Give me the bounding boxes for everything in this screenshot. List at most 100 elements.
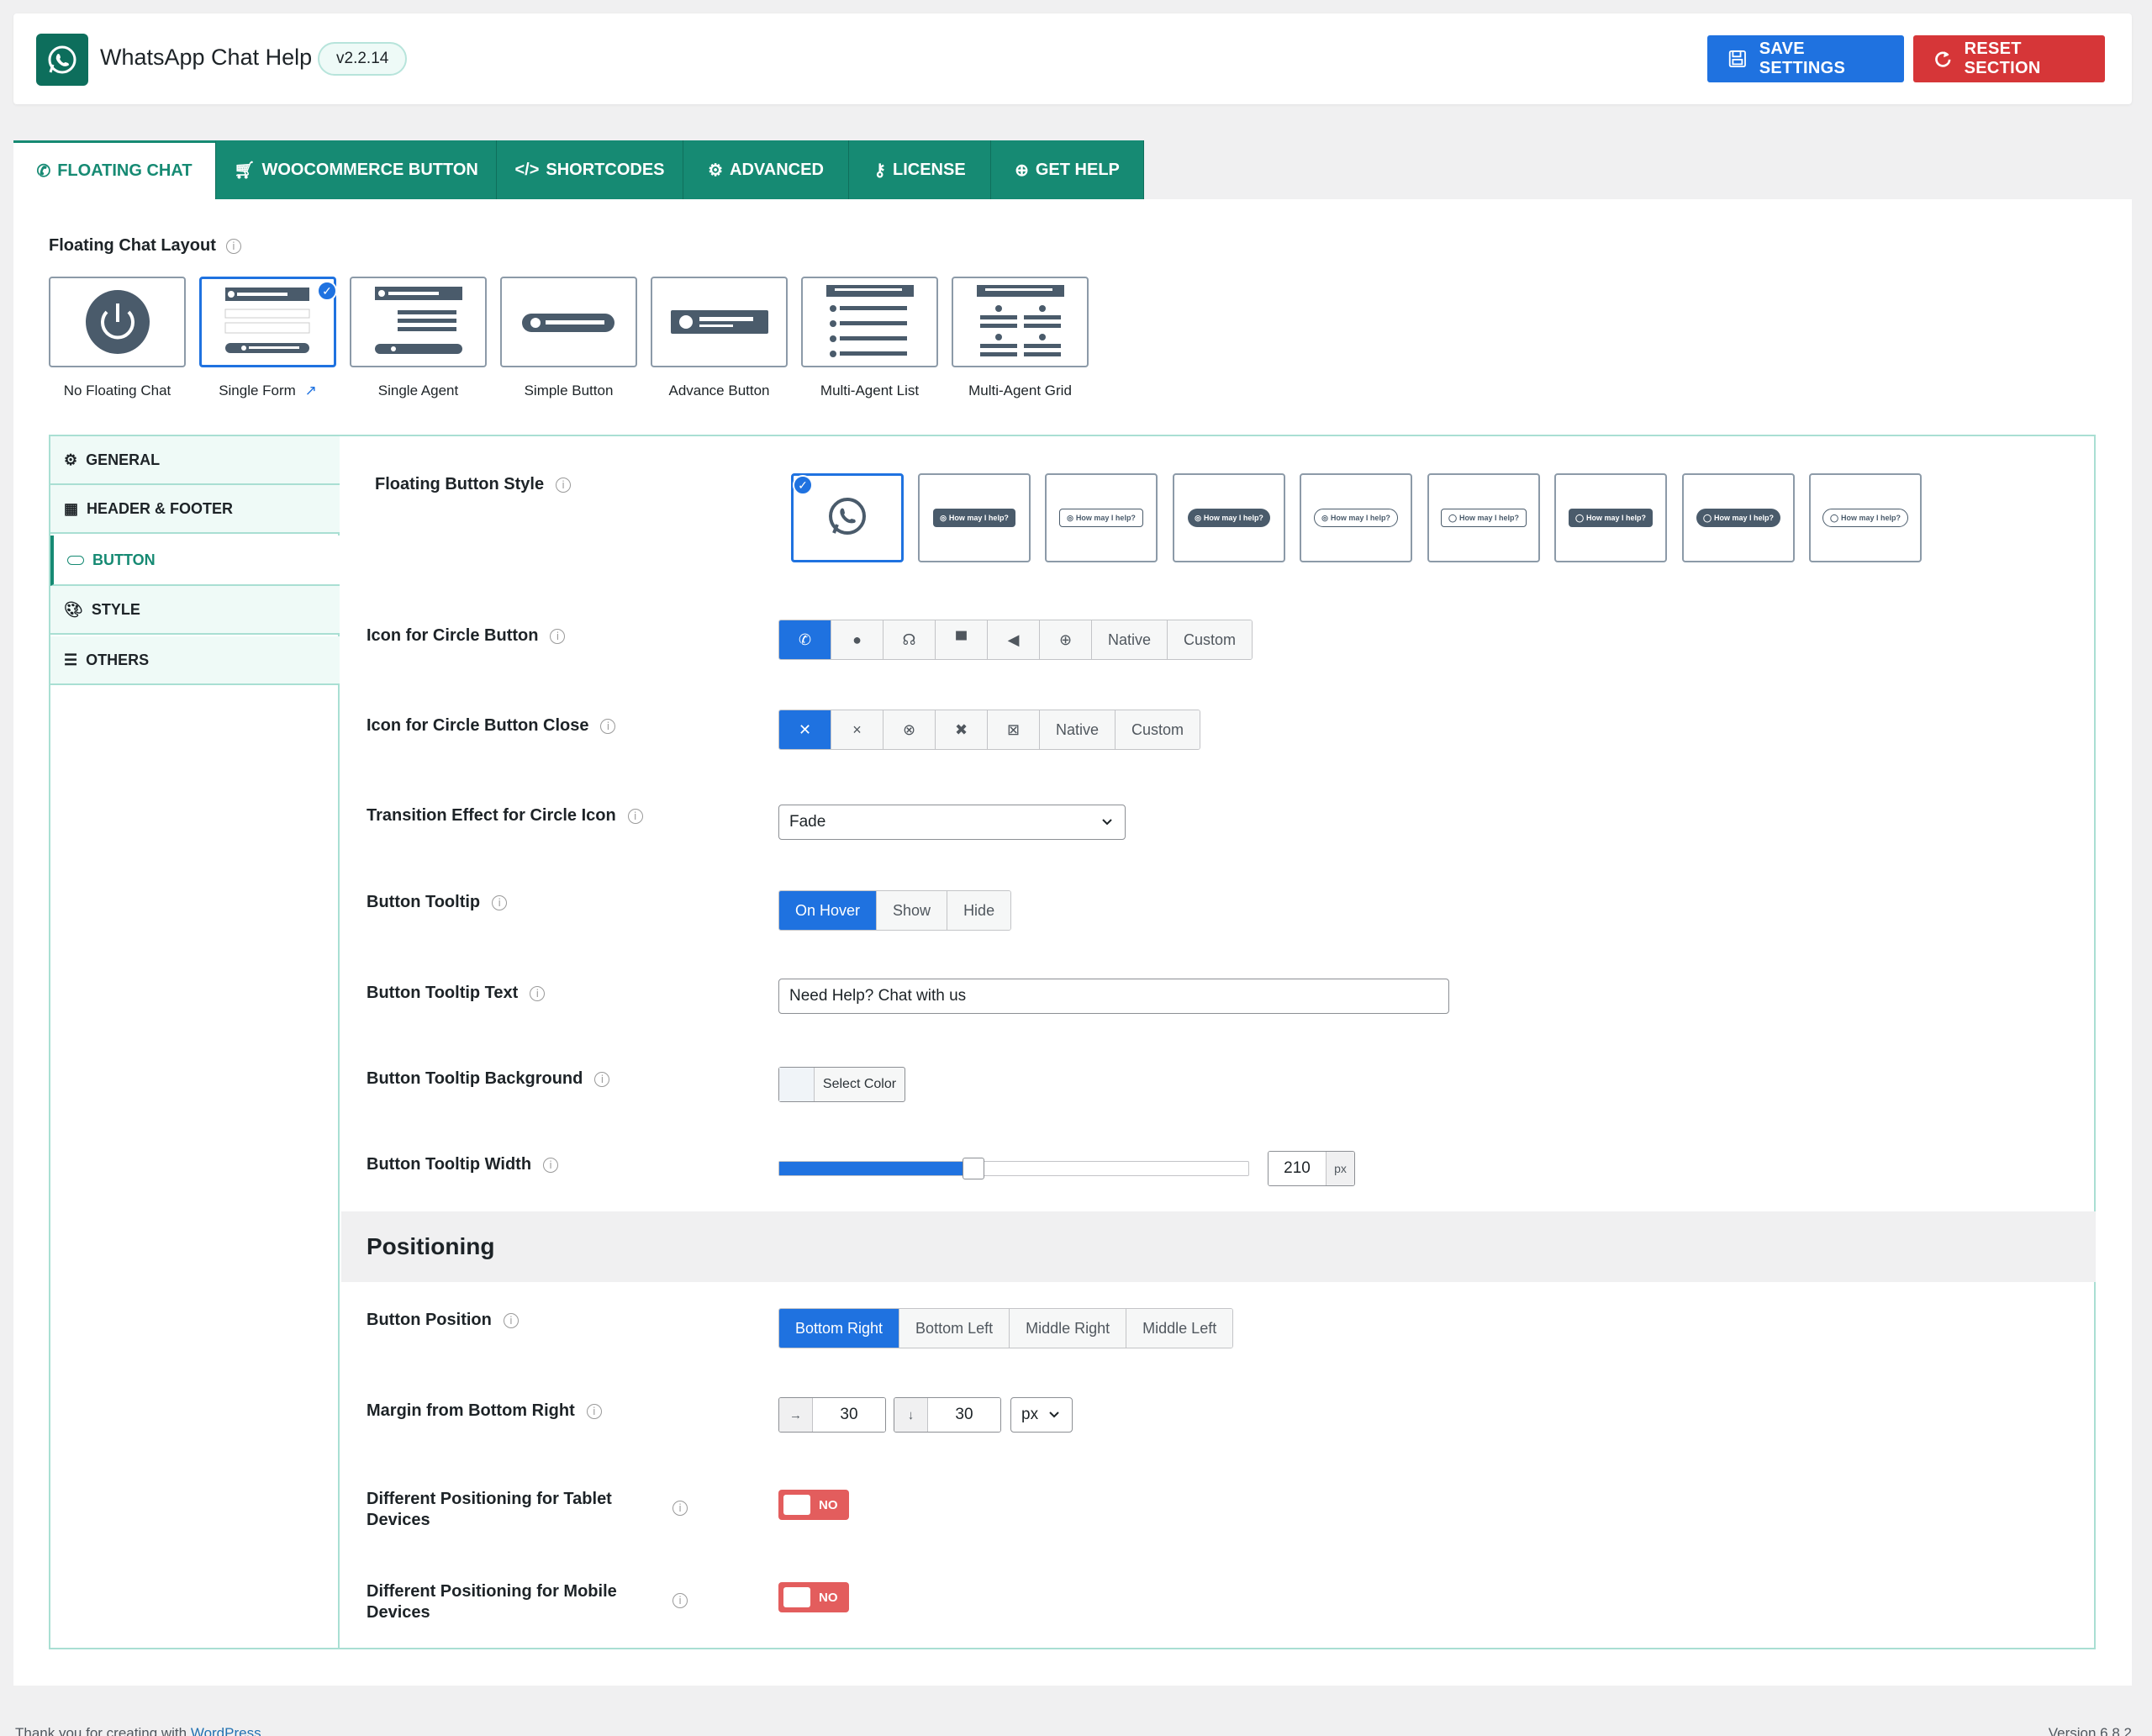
- whatsapp-icon: ◎: [1195, 513, 1201, 522]
- info-icon[interactable]: i: [594, 1071, 610, 1087]
- layout-single-form[interactable]: ✓: [199, 277, 337, 367]
- code-icon: </>: [514, 160, 540, 179]
- sidebar-item-others[interactable]: ☰ OTHERS: [50, 636, 340, 685]
- info-icon[interactable]: i: [503, 1312, 519, 1328]
- button-style-4[interactable]: ◎ How may I help?: [1173, 473, 1285, 562]
- tab-shortcodes[interactable]: </> SHORTCODES: [497, 140, 683, 199]
- layout-advance-button[interactable]: [651, 277, 788, 367]
- button-settings-content: Floating Button Style i ✓ ◎ How may I hel…: [341, 436, 2096, 1648]
- close-icon[interactable]: ✕: [779, 710, 831, 749]
- tooltip-text-input[interactable]: Need Help? Chat with us: [778, 979, 1449, 1014]
- wordpress-link[interactable]: WordPress: [191, 1725, 261, 1736]
- custom-icon-option[interactable]: Custom: [1168, 620, 1253, 659]
- info-icon[interactable]: i: [550, 628, 566, 644]
- button-style-9[interactable]: ◯ How may I help?: [1809, 473, 1922, 562]
- info-icon[interactable]: i: [672, 1593, 688, 1608]
- sidebar-item-label: STYLE: [91, 600, 140, 618]
- sidebar-item-general[interactable]: ⚙ GENERAL: [50, 436, 340, 485]
- info-icon[interactable]: i: [492, 894, 508, 910]
- icon-circle-button-label: Icon for Circle Button i: [367, 626, 566, 646]
- tab-floating-chat[interactable]: ✆ FLOATING CHAT: [13, 140, 216, 199]
- sidebar-item-style[interactable]: 🎨︎ STYLE: [50, 586, 340, 635]
- sidebar-item-button[interactable]: BUTTON: [50, 536, 340, 586]
- layout-simple-button[interactable]: [500, 277, 637, 367]
- pill-text: How may I help?: [1841, 514, 1901, 522]
- support-agent-icon[interactable]: ☊: [883, 620, 936, 659]
- info-icon[interactable]: i: [586, 1403, 602, 1419]
- button-tooltip-label: Button Tooltip i: [367, 893, 508, 912]
- layout-no-floating-chat[interactable]: [49, 277, 186, 367]
- tooltip-on-hover-option[interactable]: On Hover: [779, 891, 878, 930]
- tooltip-show-option[interactable]: Show: [877, 891, 948, 930]
- tooltip-width-slider[interactable]: [778, 1158, 1249, 1179]
- button-style-circle[interactable]: ✓: [791, 473, 904, 562]
- tooltip-background-color-picker[interactable]: Select Color: [778, 1067, 905, 1102]
- reset-section-button[interactable]: RESET SECTION: [1913, 35, 2105, 82]
- button-style-8[interactable]: ◯ How may I help?: [1682, 473, 1795, 562]
- label-text: Button Position: [367, 1311, 492, 1329]
- close-square-icon[interactable]: ⊠: [988, 710, 1040, 749]
- transition-effect-select[interactable]: Fade: [778, 805, 1126, 840]
- positioning-section-header: Positioning: [341, 1211, 2096, 1282]
- native-icon-option[interactable]: Native: [1092, 620, 1168, 659]
- info-icon[interactable]: i: [600, 718, 616, 734]
- tablet-positioning-toggle[interactable]: NO: [778, 1490, 849, 1520]
- tab-license[interactable]: ⚷ LICENSE: [849, 140, 991, 199]
- save-settings-button[interactable]: SAVE SETTINGS: [1707, 35, 1904, 82]
- position-middle-left-option[interactable]: Middle Left: [1126, 1309, 1233, 1348]
- button-style-5[interactable]: ◎ How may I help?: [1300, 473, 1412, 562]
- comment-icon[interactable]: ▀: [936, 620, 988, 659]
- custom-close-option[interactable]: Custom: [1116, 710, 1200, 749]
- close-thin-icon[interactable]: ×: [831, 710, 883, 749]
- native-close-option[interactable]: Native: [1040, 710, 1116, 749]
- close-bold-icon[interactable]: ✖: [936, 710, 988, 749]
- app-title: WhatsApp Chat Help: [100, 45, 313, 70]
- mobile-positioning-toggle[interactable]: NO: [778, 1582, 849, 1612]
- whatsapp-filled-icon[interactable]: ●: [831, 620, 883, 659]
- tab-get-help[interactable]: ⊕ GET HELP: [991, 140, 1144, 199]
- telegram-icon[interactable]: ◀: [988, 620, 1040, 659]
- info-icon[interactable]: i: [627, 808, 643, 824]
- sidebar-item-header-footer[interactable]: ▦ HEADER & FOOTER: [50, 485, 340, 534]
- position-bottom-right-option[interactable]: Bottom Right: [779, 1309, 900, 1348]
- button-style-3[interactable]: ◎ How may I help?: [1045, 473, 1158, 562]
- slider-handle[interactable]: [962, 1158, 984, 1179]
- tooltip-hide-option[interactable]: Hide: [947, 891, 1011, 930]
- button-style-7[interactable]: ◯ How may I help?: [1554, 473, 1667, 562]
- tab-label: SHORTCODES: [546, 160, 665, 179]
- whatsapp-icon[interactable]: ✆: [779, 620, 831, 659]
- footer-thanks-text: Thank you for creating with: [15, 1725, 191, 1736]
- tooltip-width-number[interactable]: 210 px: [1268, 1151, 1355, 1186]
- single-form-preview-icon: [224, 288, 310, 353]
- whatsapp-icon: ◯: [1829, 513, 1839, 522]
- margin-unit-select[interactable]: px: [1010, 1397, 1073, 1433]
- position-middle-right-option[interactable]: Middle Right: [1010, 1309, 1127, 1348]
- button-tooltip-width-label: Button Tooltip Width i: [367, 1155, 559, 1174]
- button-tooltip-background-label: Button Tooltip Background i: [367, 1069, 610, 1089]
- info-icon[interactable]: i: [556, 477, 572, 493]
- lifebuoy-icon[interactable]: ⊕: [1040, 620, 1092, 659]
- layout-single-agent[interactable]: [350, 277, 487, 367]
- tooltip-width-value[interactable]: 210: [1269, 1152, 1326, 1185]
- close-circle-icon[interactable]: ⊗: [883, 710, 936, 749]
- tab-advanced[interactable]: ⚙ ADVANCED: [683, 140, 849, 199]
- info-icon[interactable]: i: [543, 1157, 559, 1173]
- layout-multi-agent-list[interactable]: [801, 277, 938, 367]
- selected-check-icon: ✓: [793, 475, 813, 495]
- layout-multi-agent-grid[interactable]: [952, 277, 1089, 367]
- info-icon[interactable]: i: [530, 985, 546, 1001]
- tab-woocommerce-button[interactable]: 🛒︎ WOOCOMMERCE BUTTON: [216, 140, 497, 199]
- margin-x-input[interactable]: 30: [813, 1398, 885, 1432]
- margin-y-input[interactable]: 30: [928, 1398, 1000, 1432]
- button-style-2[interactable]: ◎ How may I help?: [918, 473, 1031, 562]
- footer-thanks: Thank you for creating with WordPress: [15, 1725, 261, 1736]
- tab-label: ADVANCED: [730, 160, 824, 179]
- position-bottom-left-option[interactable]: Bottom Left: [899, 1309, 1010, 1348]
- external-link-icon[interactable]: ↗: [305, 383, 317, 398]
- toggle-knob: [783, 1495, 810, 1515]
- sidebar-item-label: OTHERS: [86, 651, 150, 668]
- info-icon[interactable]: i: [672, 1501, 688, 1516]
- layout-name: Multi-Agent Grid: [968, 383, 1072, 398]
- button-style-6[interactable]: ◯ How may I help?: [1427, 473, 1540, 562]
- info-icon[interactable]: i: [225, 238, 241, 254]
